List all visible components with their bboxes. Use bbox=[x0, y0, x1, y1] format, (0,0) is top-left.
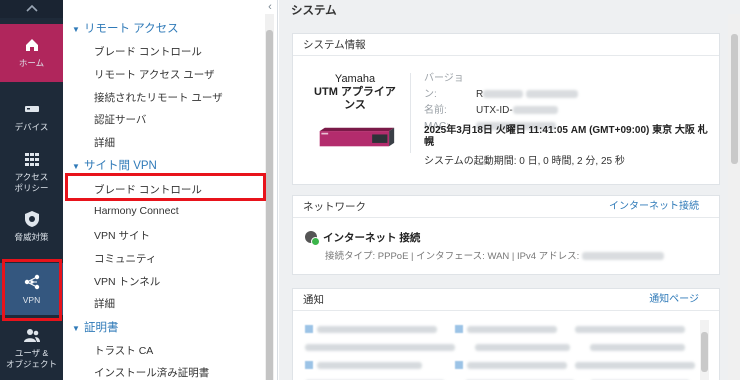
info-icon bbox=[455, 361, 463, 369]
menu-section-label: 証明書 bbox=[84, 322, 119, 334]
collapse-menu-icon[interactable]: ‹ bbox=[263, 0, 277, 14]
name-value: UTX-ID- bbox=[476, 105, 513, 116]
card-title: システム情報 bbox=[293, 34, 719, 56]
shield-icon bbox=[24, 211, 39, 227]
nav-access-label-2: ポリシー bbox=[14, 183, 49, 193]
device-model: Yamaha UTM アプライア ンス bbox=[307, 73, 403, 111]
users-icon bbox=[23, 329, 40, 342]
card-title: ネットワーク bbox=[303, 201, 366, 213]
nav-users-objects[interactable]: ユーザ & オブジェクト bbox=[0, 326, 63, 370]
blurred-text bbox=[581, 252, 664, 261]
chevron-up-icon[interactable] bbox=[0, 0, 63, 18]
notification-list bbox=[305, 323, 700, 380]
nav-access-label-1: アクセス bbox=[14, 172, 49, 182]
connection-detail: 接続タイプ: PPPoE | インタフェース: WAN | IPv4 アドレス: bbox=[325, 248, 664, 262]
model-line-3: ンス bbox=[344, 99, 366, 111]
nav-device[interactable]: デバイス bbox=[0, 96, 63, 133]
menu-scrollbar[interactable] bbox=[265, 14, 274, 380]
nav-user-label-2: オブジェクト bbox=[5, 359, 57, 369]
info-icon bbox=[305, 325, 313, 333]
divider bbox=[410, 73, 411, 153]
highlight-box-vpn bbox=[2, 259, 62, 321]
menu-section-label: サイト間 VPN bbox=[84, 160, 157, 172]
caret-down-icon: ▼ bbox=[72, 162, 80, 171]
internet-status-label: インターネット 接続 bbox=[323, 232, 421, 244]
main-scrollbar[interactable] bbox=[728, 14, 740, 380]
network-card: ネットワーク インターネット接続 インターネット 接続 接続タイプ: PPPoE… bbox=[292, 195, 720, 275]
globe-connected-icon bbox=[305, 231, 320, 246]
menu-item-remote-access-users[interactable]: リモート アクセス ユーザ bbox=[94, 67, 215, 82]
version-label: バージョン: bbox=[424, 73, 464, 100]
list-item[interactable] bbox=[305, 341, 700, 355]
name-label: 名前: bbox=[424, 105, 447, 116]
list-item[interactable] bbox=[305, 323, 700, 337]
nav-user-label-1: ユーザ & bbox=[14, 348, 49, 358]
info-icon bbox=[455, 325, 463, 333]
internet-connection-link[interactable]: インターネット接続 bbox=[609, 196, 699, 218]
blurred-text bbox=[526, 90, 579, 99]
datetime-line-1: 2025年3月18日 火曜日 11:41:05 AM (GMT+09:00) 東… bbox=[424, 125, 708, 136]
connection-detail-text: 接続タイプ: PPPoE | インタフェース: WAN | IPv4 アドレス: bbox=[325, 251, 580, 262]
blurred-text bbox=[575, 326, 685, 333]
nav-device-label: デバイス bbox=[14, 122, 49, 132]
model-line-2: UTM アプライア bbox=[314, 86, 396, 98]
menu-item-harmony-connect[interactable]: Harmony Connect bbox=[94, 205, 179, 217]
menu-section-label: リモート アクセス bbox=[84, 23, 179, 35]
card-title: 通知 bbox=[303, 294, 324, 306]
menu-item-advanced[interactable]: 詳細 bbox=[94, 135, 115, 150]
version-value: R bbox=[476, 89, 484, 100]
appliance-image bbox=[319, 127, 395, 147]
menu-item-auth-servers[interactable]: 認証サーバ bbox=[94, 112, 146, 127]
blurred-text bbox=[317, 362, 422, 369]
device-icon bbox=[24, 106, 39, 112]
menu-item-s2s-advanced[interactable]: 詳細 bbox=[94, 296, 115, 311]
caret-down-icon: ▼ bbox=[72, 324, 80, 333]
card-header: 通知 通知ページ bbox=[293, 289, 719, 311]
model-line-1: Yamaha bbox=[334, 73, 376, 85]
menu-item-community[interactable]: コミュニティ bbox=[94, 251, 156, 266]
notifications-scrollbar-thumb[interactable] bbox=[701, 332, 708, 372]
card-header: ネットワーク インターネット接続 bbox=[293, 196, 719, 218]
menu-section-site-to-site-vpn[interactable]: ▼ サイト間 VPN bbox=[72, 157, 157, 173]
blurred-text bbox=[317, 326, 437, 333]
blurred-text bbox=[590, 344, 685, 351]
menu-item-installed-certs[interactable]: インストール済み証明書 bbox=[94, 365, 209, 380]
internet-status: インターネット 接続 bbox=[305, 230, 421, 246]
caret-down-icon: ▼ bbox=[72, 25, 80, 34]
system-datetime: 2025年3月18日 火曜日 11:41:05 AM (GMT+09:00) 東… bbox=[424, 125, 709, 149]
home-icon bbox=[25, 39, 38, 51]
menu-scrollbar-thumb[interactable] bbox=[266, 30, 273, 380]
menu-item-connected-remote-users[interactable]: 接続されたリモート ユーザ bbox=[94, 90, 223, 105]
nav-threat-prevention[interactable]: 脅威対策 bbox=[0, 210, 63, 243]
notifications-card: 通知 通知ページ bbox=[292, 288, 720, 380]
blurred-text bbox=[483, 90, 524, 99]
system-uptime: システムの起動期間: 0 日, 0 時間, 2 分, 25 秒 bbox=[424, 156, 625, 167]
menu-item-vpn-sites[interactable]: VPN サイト bbox=[94, 228, 150, 243]
menu-section-remote-access[interactable]: ▼ リモート アクセス bbox=[72, 20, 179, 36]
grid-icon bbox=[24, 153, 39, 166]
nav-access-policy[interactable]: アクセス ポリシー bbox=[0, 150, 63, 194]
blurred-text bbox=[467, 326, 557, 333]
list-item[interactable] bbox=[305, 359, 700, 373]
blurred-text bbox=[467, 362, 567, 369]
notifications-scrollbar[interactable] bbox=[700, 320, 709, 380]
datetime-line-2: 幌 bbox=[424, 137, 434, 148]
blurred-text bbox=[475, 344, 570, 351]
nav-home-label: ホーム bbox=[18, 58, 45, 68]
page-title: システム bbox=[291, 5, 337, 17]
menu-item-trusted-ca[interactable]: トラスト CA bbox=[94, 343, 153, 358]
blurred-text bbox=[512, 106, 558, 115]
highlight-box-blade-control bbox=[65, 173, 266, 201]
info-icon bbox=[305, 361, 313, 369]
nav-home[interactable]: ホーム bbox=[0, 24, 63, 82]
blurred-text bbox=[305, 344, 455, 351]
notifications-page-link[interactable]: 通知ページ bbox=[649, 289, 699, 311]
menu-item-blade-control[interactable]: ブレード コントロール bbox=[94, 44, 202, 59]
main-scrollbar-thumb[interactable] bbox=[731, 34, 738, 164]
menu-item-vpn-tunnels[interactable]: VPN トンネル bbox=[94, 274, 160, 289]
menu-section-certificates[interactable]: ▼ 証明書 bbox=[72, 319, 119, 335]
icon-nav: ホーム デバイス アクセス ポリシー 脅威対策 VPN ユーザ & オブジェクト bbox=[0, 0, 63, 380]
nav-threat-label: 脅威対策 bbox=[14, 232, 49, 242]
blurred-text bbox=[575, 362, 695, 369]
